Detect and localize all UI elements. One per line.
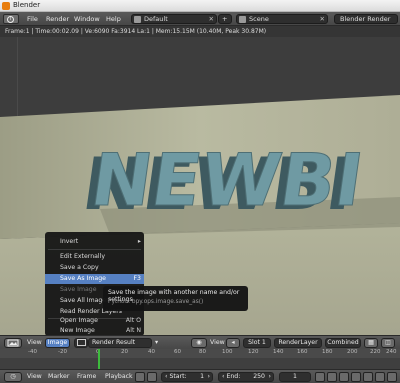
- screen-layout-selector[interactable]: Default ✕: [131, 14, 217, 24]
- jump-start-button[interactable]: [315, 372, 325, 382]
- tick-label: 240: [386, 349, 397, 355]
- tick-label: 100: [222, 349, 233, 355]
- render-engine-selector[interactable]: Blender Render: [334, 14, 398, 24]
- start-frame-field[interactable]: ‹ Start: 1 ›: [161, 372, 213, 382]
- timeline-ruler[interactable]: -40 -20 0 20 40 60 80 100 120 140 160 18…: [0, 349, 400, 358]
- sync-mode-button[interactable]: [387, 372, 397, 382]
- tick-label: 80: [199, 349, 206, 355]
- current-frame-field[interactable]: 1: [279, 372, 311, 382]
- tooltip: Save the image with another name and/or …: [103, 286, 248, 311]
- window-titlebar: Blender: [0, 0, 400, 12]
- next-keyframe-button[interactable]: [363, 372, 373, 382]
- image-menu-dropdown: Invert ▸ Edit Externally Save a Copy Sav…: [45, 232, 144, 336]
- 3d-text-face: NEWBI: [86, 139, 368, 223]
- tick-label: 40: [148, 349, 155, 355]
- tooltip-python: Python: bpy.ops.image.save_as(): [108, 299, 204, 305]
- layout-close-icon[interactable]: ✕: [209, 15, 214, 23]
- channels-icon: ▦: [368, 339, 374, 346]
- render-stats: Frame:1 | Time:00:02.09 | Ve:6090 Fa:391…: [0, 26, 400, 37]
- scene-close-icon[interactable]: ✕: [320, 15, 325, 23]
- window-title: Blender: [13, 1, 41, 9]
- menu-file[interactable]: File: [27, 15, 38, 23]
- scene-name: Scene: [249, 15, 269, 23]
- tick-label: 180: [322, 349, 333, 355]
- tick-label: 120: [248, 349, 259, 355]
- layout-name: Default: [144, 15, 168, 23]
- image-name-field[interactable]: Render Result: [88, 338, 152, 348]
- play-button[interactable]: [351, 372, 361, 382]
- timeline-editor[interactable]: -40 -20 0 20 40 60 80 100 120 140 160 18…: [0, 349, 400, 369]
- menu-view[interactable]: View: [27, 373, 42, 380]
- chevron-right-icon: ›: [268, 373, 271, 380]
- prev-keyframe-button[interactable]: [327, 372, 337, 382]
- plus-icon: +: [222, 15, 228, 23]
- display-channels-button[interactable]: ▦: [364, 338, 378, 348]
- layout-add-button[interactable]: +: [218, 14, 232, 24]
- tick-label: -20: [58, 349, 67, 355]
- tick-label: 200: [347, 349, 358, 355]
- render-layer-selector[interactable]: RenderLayer: [274, 338, 322, 348]
- menu-separator: [48, 249, 141, 250]
- scene-selector[interactable]: Scene ✕: [236, 14, 328, 24]
- menu-item-open-image[interactable]: Open Image Alt O: [45, 316, 144, 326]
- tick-label: 140: [273, 349, 284, 355]
- preview-range-button[interactable]: [147, 372, 157, 382]
- tick-label: 20: [121, 349, 128, 355]
- menu-view-2[interactable]: View: [210, 339, 225, 346]
- alpha-icon: ◫: [385, 339, 391, 346]
- view-mode-button[interactable]: ◉: [191, 338, 207, 348]
- menu-marker[interactable]: Marker: [48, 373, 69, 380]
- submenu-arrow-icon: ▸: [137, 238, 141, 245]
- draw-alpha-button[interactable]: ◫: [381, 338, 395, 348]
- tick-label: 60: [174, 349, 181, 355]
- render-pass-selector[interactable]: Combined: [325, 338, 361, 348]
- image-browse-button[interactable]: [74, 338, 88, 348]
- clock-icon: ◷: [10, 373, 16, 380]
- pin-button[interactable]: ◂: [226, 338, 240, 348]
- render-engine-name: Blender Render: [340, 15, 391, 23]
- menu-item-save-a-copy[interactable]: Save a Copy: [45, 263, 144, 273]
- info-icon: i: [7, 16, 14, 23]
- timeline-header: ◷ View Marker Frame Playback ‹ Start: 1 …: [0, 369, 400, 383]
- menu-window[interactable]: Window: [74, 15, 100, 23]
- record-button[interactable]: [135, 372, 145, 382]
- info-header: i File Render Window Help Default ✕ + Sc…: [0, 12, 400, 26]
- layout-icon: [134, 16, 141, 23]
- editor-type-button[interactable]: [4, 338, 22, 348]
- menu-view[interactable]: View: [27, 339, 42, 346]
- tick-label: 160: [297, 349, 308, 355]
- menu-item-edit-externally[interactable]: Edit Externally: [45, 252, 144, 262]
- chevron-right-icon: ›: [207, 373, 210, 380]
- tick-label: -40: [28, 349, 37, 355]
- pin-icon: ◂: [231, 339, 235, 346]
- menu-render[interactable]: Render: [46, 15, 69, 23]
- render-slot-selector[interactable]: Slot 1: [243, 338, 271, 348]
- jump-end-button[interactable]: [375, 372, 385, 382]
- 3d-text: NEWBI NEWBI: [77, 139, 368, 227]
- menu-help[interactable]: Help: [106, 15, 121, 23]
- current-frame-cursor[interactable]: [98, 349, 100, 369]
- end-frame-field[interactable]: ‹ End: 250 ›: [218, 372, 274, 382]
- chevron-down-icon[interactable]: ▾: [155, 339, 158, 346]
- menu-item-invert[interactable]: Invert ▸: [45, 237, 144, 247]
- menu-image[interactable]: Image: [45, 338, 70, 348]
- image-editor-icon: [7, 339, 19, 347]
- menu-playback[interactable]: Playback: [105, 373, 133, 380]
- scene-icon: [239, 16, 246, 23]
- menu-item-save-as-image[interactable]: Save As Image F3: [45, 274, 144, 284]
- play-reverse-button[interactable]: [339, 372, 349, 382]
- tick-label: 220: [370, 349, 381, 355]
- editor-type-button[interactable]: ◷: [4, 372, 22, 382]
- menu-frame[interactable]: Frame: [77, 373, 96, 380]
- chevron-left-icon: ‹: [222, 373, 225, 380]
- chevron-left-icon: ‹: [165, 373, 168, 380]
- image-browse-icon: [76, 339, 86, 346]
- image-editor-header: View Image Render Result ▾ ◉ View ◂ Slot…: [0, 335, 400, 349]
- eye-icon: ◉: [196, 339, 202, 346]
- editor-type-button[interactable]: i: [3, 14, 19, 24]
- blender-logo-icon: [2, 2, 10, 10]
